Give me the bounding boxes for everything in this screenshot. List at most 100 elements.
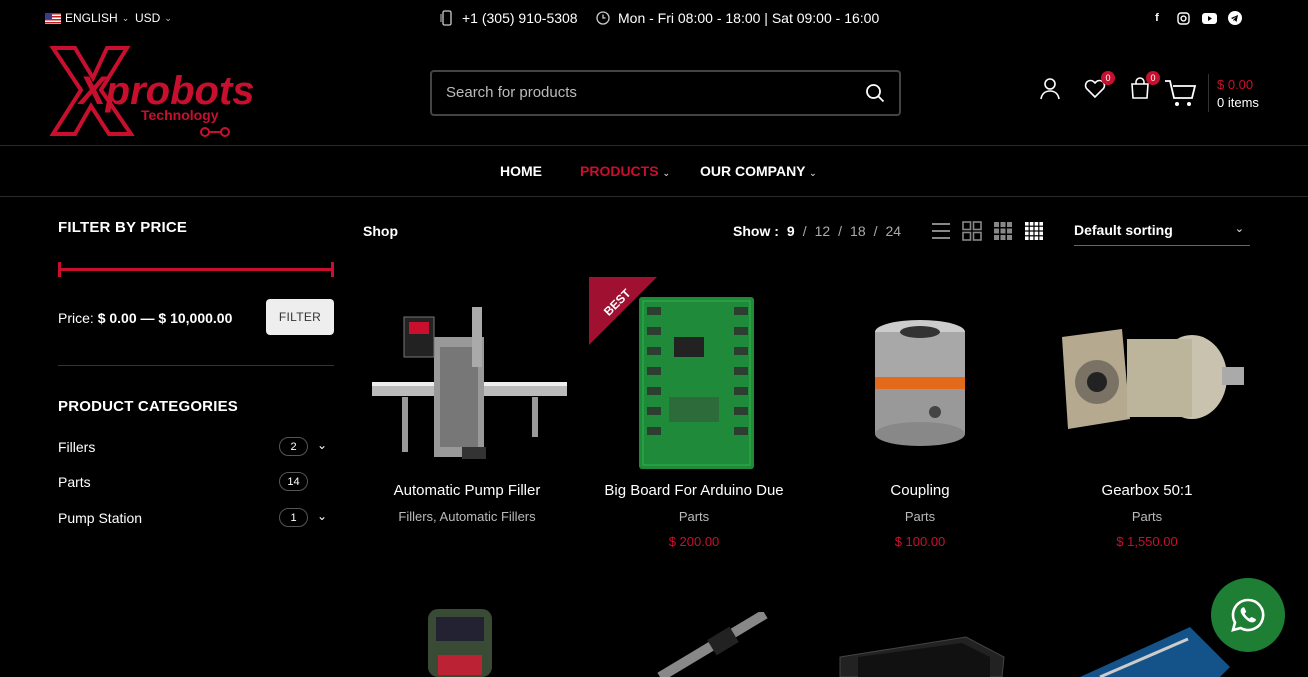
per-page-option-18[interactable]: 18 <box>850 223 866 239</box>
nav-our-company[interactable]: OUR COMPANY ⌄ <box>700 163 817 179</box>
product-price: $ 200.00 <box>668 534 720 549</box>
per-page-option-12[interactable]: 12 <box>815 223 831 239</box>
chevron-down-icon: ⌄ <box>1234 223 1244 235</box>
product-image[interactable] <box>1042 277 1252 477</box>
product-category[interactable]: Parts <box>815 509 1025 524</box>
product-title[interactable]: Gearbox 50:1 <box>1042 482 1252 499</box>
telegram-icon[interactable] <box>1227 10 1243 26</box>
product-category[interactable]: Parts <box>1042 509 1252 524</box>
price-slider-max-handle[interactable] <box>331 262 334 277</box>
grid-4-icon[interactable] <box>1024 220 1044 242</box>
language-label: ENGLISH <box>65 11 118 25</box>
social-links: f <box>1149 10 1243 26</box>
product-title[interactable]: Big Board For Arduino Due <box>589 482 799 499</box>
product-title[interactable]: Coupling <box>815 482 1025 499</box>
category-name: Fillers <box>58 439 96 455</box>
whatsapp-chat-button[interactable] <box>1211 578 1285 652</box>
product-image[interactable] <box>1080 627 1230 677</box>
category-item-fillers[interactable]: Fillers 2 ⌄ <box>58 437 334 456</box>
search-icon[interactable] <box>865 83 885 103</box>
chevron-down-icon: ⌄ <box>662 168 670 178</box>
keyence-sensor-image <box>428 609 492 677</box>
product-card[interactable]: Coupling Parts $ 100.00 <box>815 277 1025 549</box>
product-card[interactable]: Automatic Pump Filler Fillers, Automatic… <box>362 277 572 524</box>
category-name: Parts <box>58 474 91 490</box>
product-price: $ 100.00 <box>894 534 946 549</box>
nav-company-label: OUR COMPANY <box>700 163 806 179</box>
cart-divider <box>1208 74 1209 112</box>
categories-heading: PRODUCT CATEGORIES <box>58 398 238 415</box>
product-card[interactable]: BEST Big Board For Arduino Due Parts $ 2… <box>589 277 799 549</box>
category-count: 14 <box>279 472 308 491</box>
phone-icon <box>440 10 452 26</box>
sorting-value: Default sorting <box>1074 222 1173 238</box>
clock-icon <box>596 11 610 25</box>
chevron-down-icon[interactable]: ⌄ <box>317 509 327 523</box>
category-item-parts[interactable]: Parts 14 <box>58 472 334 491</box>
category-count: 2 <box>279 437 308 456</box>
product-category[interactable]: Parts <box>589 509 799 524</box>
compare-bag-icon[interactable]: 0 <box>1128 71 1160 100</box>
product-image[interactable] <box>815 277 1025 477</box>
whatsapp-icon <box>1231 598 1265 632</box>
facebook-icon[interactable]: f <box>1149 10 1165 26</box>
nav-home[interactable]: HOME <box>500 163 542 179</box>
price-max: $ 10,000.00 <box>158 310 233 326</box>
nav-home-label: HOME <box>500 163 542 179</box>
currency-selector[interactable]: USD ⌄ <box>135 11 172 25</box>
product-image[interactable] <box>655 609 775 677</box>
currency-label: USD <box>135 11 161 25</box>
per-page-selector: Show : 9/ 12/ 18/ 24 <box>733 223 902 239</box>
product-card[interactable]: Gearbox 50:1 Parts $ 1,550.00 <box>1042 277 1252 549</box>
youtube-icon[interactable] <box>1201 10 1217 26</box>
show-label: Show : <box>733 223 779 239</box>
price-filter-heading: FILTER BY PRICE <box>58 219 188 236</box>
price-dash: — <box>140 310 155 326</box>
product-category[interactable]: Fillers, Automatic Fillers <box>362 509 572 524</box>
logo-subtext: Technology <box>141 107 219 123</box>
grid-2-icon[interactable] <box>962 220 982 242</box>
grid-3-icon[interactable] <box>993 220 1013 242</box>
phone-number: +1 (305) 910-5308 <box>462 10 578 26</box>
filter-button[interactable]: FILTER <box>266 299 334 335</box>
product-image[interactable] <box>362 277 572 477</box>
grid-view-switcher <box>931 220 1044 242</box>
wishlist-icon[interactable]: 0 <box>1083 71 1115 100</box>
category-count: 1 <box>279 508 308 527</box>
product-image[interactable]: BEST <box>589 277 799 477</box>
site-logo[interactable]: Xprobots Technology <box>45 42 295 140</box>
product-image[interactable] <box>838 635 1008 677</box>
language-selector[interactable]: ENGLISH ⌄ <box>45 11 129 25</box>
sidebar-divider <box>58 365 334 366</box>
chevron-down-icon: ⌄ <box>121 12 130 23</box>
search-input[interactable] <box>446 84 846 101</box>
list-view-icon[interactable] <box>931 220 951 242</box>
main-navigation: HOME PRODUCTS ⌄ OUR COMPANY ⌄ <box>0 145 1308 197</box>
sorting-select[interactable]: Default sorting ⌄ <box>1074 222 1250 246</box>
per-page-option-9[interactable]: 9 <box>787 223 795 239</box>
nav-products-label: PRODUCTS <box>580 163 659 179</box>
category-item-pump-station[interactable]: Pump Station 1 ⌄ <box>58 508 334 527</box>
phone-contact[interactable]: +1 (305) 910-5308 <box>440 10 578 26</box>
product-title[interactable]: Automatic Pump Filler <box>362 482 572 499</box>
cart-icon <box>1165 80 1197 106</box>
account-icon[interactable] <box>1038 76 1062 100</box>
price-label: Price: <box>58 310 94 326</box>
search-bar <box>430 70 901 116</box>
hmi-display-image <box>839 636 1005 677</box>
nav-products[interactable]: PRODUCTS ⌄ <box>580 163 670 179</box>
price-slider-min-handle[interactable] <box>58 262 61 277</box>
top-bar: ENGLISH ⌄ USD ⌄ +1 (305) 910-5308 Mon - … <box>0 0 1308 38</box>
instagram-icon[interactable] <box>1175 10 1191 26</box>
price-slider[interactable] <box>58 262 334 277</box>
breadcrumb: Shop <box>363 223 398 239</box>
chevron-down-icon[interactable]: ⌄ <box>317 438 327 452</box>
per-page-option-24[interactable]: 24 <box>886 223 902 239</box>
best-badge: BEST <box>589 277 657 345</box>
cart-widget[interactable]: $ 0.00 0 items <box>1164 74 1259 112</box>
hours-text: Mon - Fri 08:00 - 18:00 | Sat 09:00 - 16… <box>618 10 880 26</box>
linear-rail-image <box>657 609 768 677</box>
product-image[interactable] <box>420 605 500 677</box>
cart-amount: $ 0.00 <box>1217 76 1254 92</box>
product-price: $ 1,550.00 <box>1116 534 1178 549</box>
